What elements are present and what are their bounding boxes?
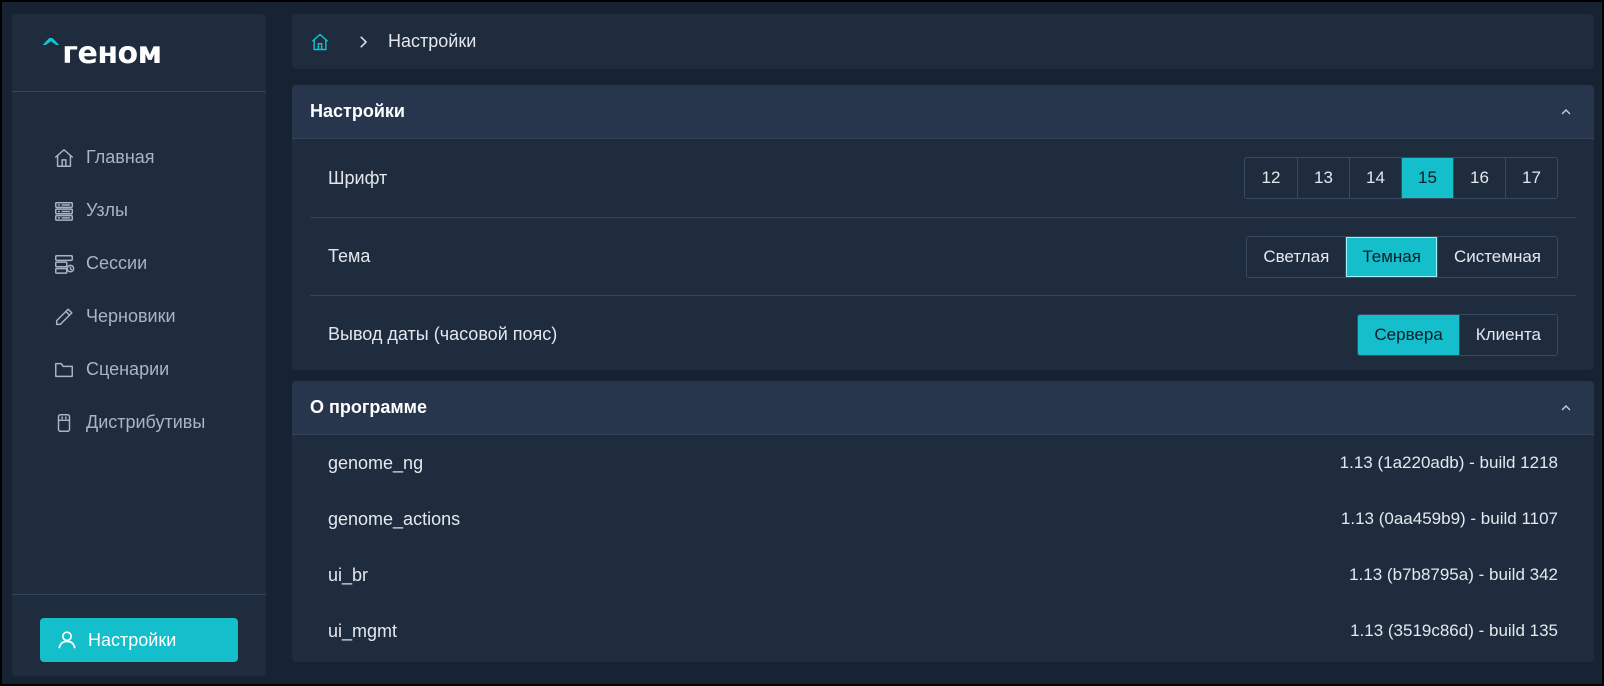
- timezone-option-client[interactable]: Клиента: [1458, 314, 1557, 355]
- font-setting-row: Шрифт 12 13 14 15 16 17: [310, 139, 1576, 217]
- theme-setting-label: Тема: [328, 246, 371, 266]
- folder-icon: [52, 358, 76, 382]
- font-size-option[interactable]: 17: [1505, 158, 1557, 198]
- component-row: genome_ng 1.13 (1a220adb) - build 1218: [310, 435, 1576, 491]
- logo-caret: ^: [40, 34, 62, 64]
- sidebar-item-distributions[interactable]: Дистрибутивы: [52, 396, 205, 449]
- chevron-right-icon: [360, 35, 368, 48]
- panel-title: Настройки: [310, 101, 405, 121]
- package-icon: [52, 411, 76, 435]
- timezone-selector: Сервера Клиента: [1357, 313, 1558, 356]
- component-name: genome_ng: [328, 452, 424, 473]
- home-icon: [52, 146, 76, 170]
- about-panel-header[interactable]: О программе: [292, 381, 1594, 435]
- sidebar-item-drafts[interactable]: Черновики: [52, 290, 205, 343]
- theme-selector: Светлая Темная Системная: [1246, 235, 1558, 278]
- breadcrumb-current: Настройки: [388, 31, 477, 51]
- font-size-option[interactable]: 14: [1349, 158, 1401, 198]
- sidebar-item-label: Сценарии: [86, 359, 170, 379]
- settings-button[interactable]: Настройки: [40, 618, 238, 662]
- font-setting-label: Шрифт: [328, 167, 388, 188]
- component-name: ui_mgmt: [328, 620, 398, 641]
- sidebar-item-label: Узлы: [86, 200, 128, 220]
- component-name: genome_actions: [328, 508, 461, 529]
- theme-option-light[interactable]: Светлая: [1247, 236, 1346, 277]
- about-panel: О программе genome_ng 1.13 (1a220adb) - …: [292, 381, 1594, 662]
- component-row: ui_br 1.13 (b7b8795a) - build 342: [310, 547, 1576, 603]
- font-size-option[interactable]: 13: [1297, 158, 1349, 198]
- date-setting-row: Вывод даты (часовой пояс) Сервера Клиент…: [310, 295, 1576, 370]
- component-row: genome_actions 1.13 (0aa459b9) - build 1…: [310, 491, 1576, 547]
- sidebar-item-sessions[interactable]: Сессии: [52, 237, 205, 290]
- sessions-icon: [52, 252, 76, 276]
- chevron-up-icon[interactable]: [1558, 104, 1574, 120]
- logo-text: геном: [62, 36, 162, 71]
- date-setting-label: Вывод даты (часовой пояс): [328, 324, 558, 344]
- sidebar-item-label: Дистрибутивы: [86, 412, 206, 432]
- theme-option-system[interactable]: Системная: [1436, 236, 1557, 277]
- font-size-selector: 12 13 14 15 16 17: [1244, 157, 1558, 199]
- sidebar-item-home[interactable]: Главная: [52, 131, 205, 184]
- sidebar-nav: Главная Узлы Сессии Черновики Сценарии Д…: [52, 131, 205, 449]
- theme-setting-row: Тема Светлая Темная Системная: [310, 217, 1576, 295]
- component-row: ui_mgmt 1.13 (3519c86d) - build 135: [310, 603, 1576, 659]
- component-version: 1.13 (b7b8795a) - build 342: [1349, 565, 1558, 584]
- sidebar-item-scenarios[interactable]: Сценарии: [52, 343, 205, 396]
- sidebar-item-nodes[interactable]: Узлы: [52, 184, 205, 237]
- settings-button-label: Настройки: [88, 629, 177, 650]
- component-name: ui_br: [328, 564, 369, 585]
- home-icon[interactable]: [310, 32, 330, 52]
- component-version: 1.13 (1a220adb) - build 1218: [1339, 453, 1558, 472]
- breadcrumb: Настройки: [292, 14, 1594, 69]
- settings-panel-header[interactable]: Настройки: [292, 85, 1594, 139]
- sidebar-item-label: Сессии: [86, 253, 148, 273]
- app-window: ^геном Главная Узлы Сессии Черновики Сце…: [2, 2, 1602, 684]
- font-size-option-selected[interactable]: 15: [1401, 158, 1453, 198]
- sidebar-divider: [12, 91, 266, 92]
- app-logo[interactable]: ^геном: [40, 34, 162, 71]
- settings-panel: Настройки Шрифт 12 13 14 15 16 17 Тема С…: [292, 85, 1594, 370]
- component-version: 1.13 (0aa459b9) - build 1107: [1340, 509, 1558, 528]
- pencil-icon: [52, 305, 76, 329]
- font-size-option[interactable]: 12: [1245, 158, 1297, 198]
- timezone-option-server[interactable]: Сервера: [1358, 314, 1459, 355]
- panel-title: О программе: [310, 397, 428, 417]
- sidebar: ^геном Главная Узлы Сессии Черновики Сце…: [12, 14, 266, 676]
- font-size-option[interactable]: 16: [1453, 158, 1505, 198]
- sidebar-item-label: Главная: [86, 147, 155, 167]
- user-icon: [58, 631, 76, 649]
- chevron-up-icon[interactable]: [1558, 400, 1574, 416]
- sidebar-item-label: Черновики: [86, 306, 176, 326]
- theme-option-dark[interactable]: Темная: [1345, 236, 1437, 277]
- server-icon: [52, 199, 76, 223]
- sidebar-divider: [12, 594, 266, 595]
- component-version: 1.13 (3519c86d) - build 135: [1350, 621, 1558, 640]
